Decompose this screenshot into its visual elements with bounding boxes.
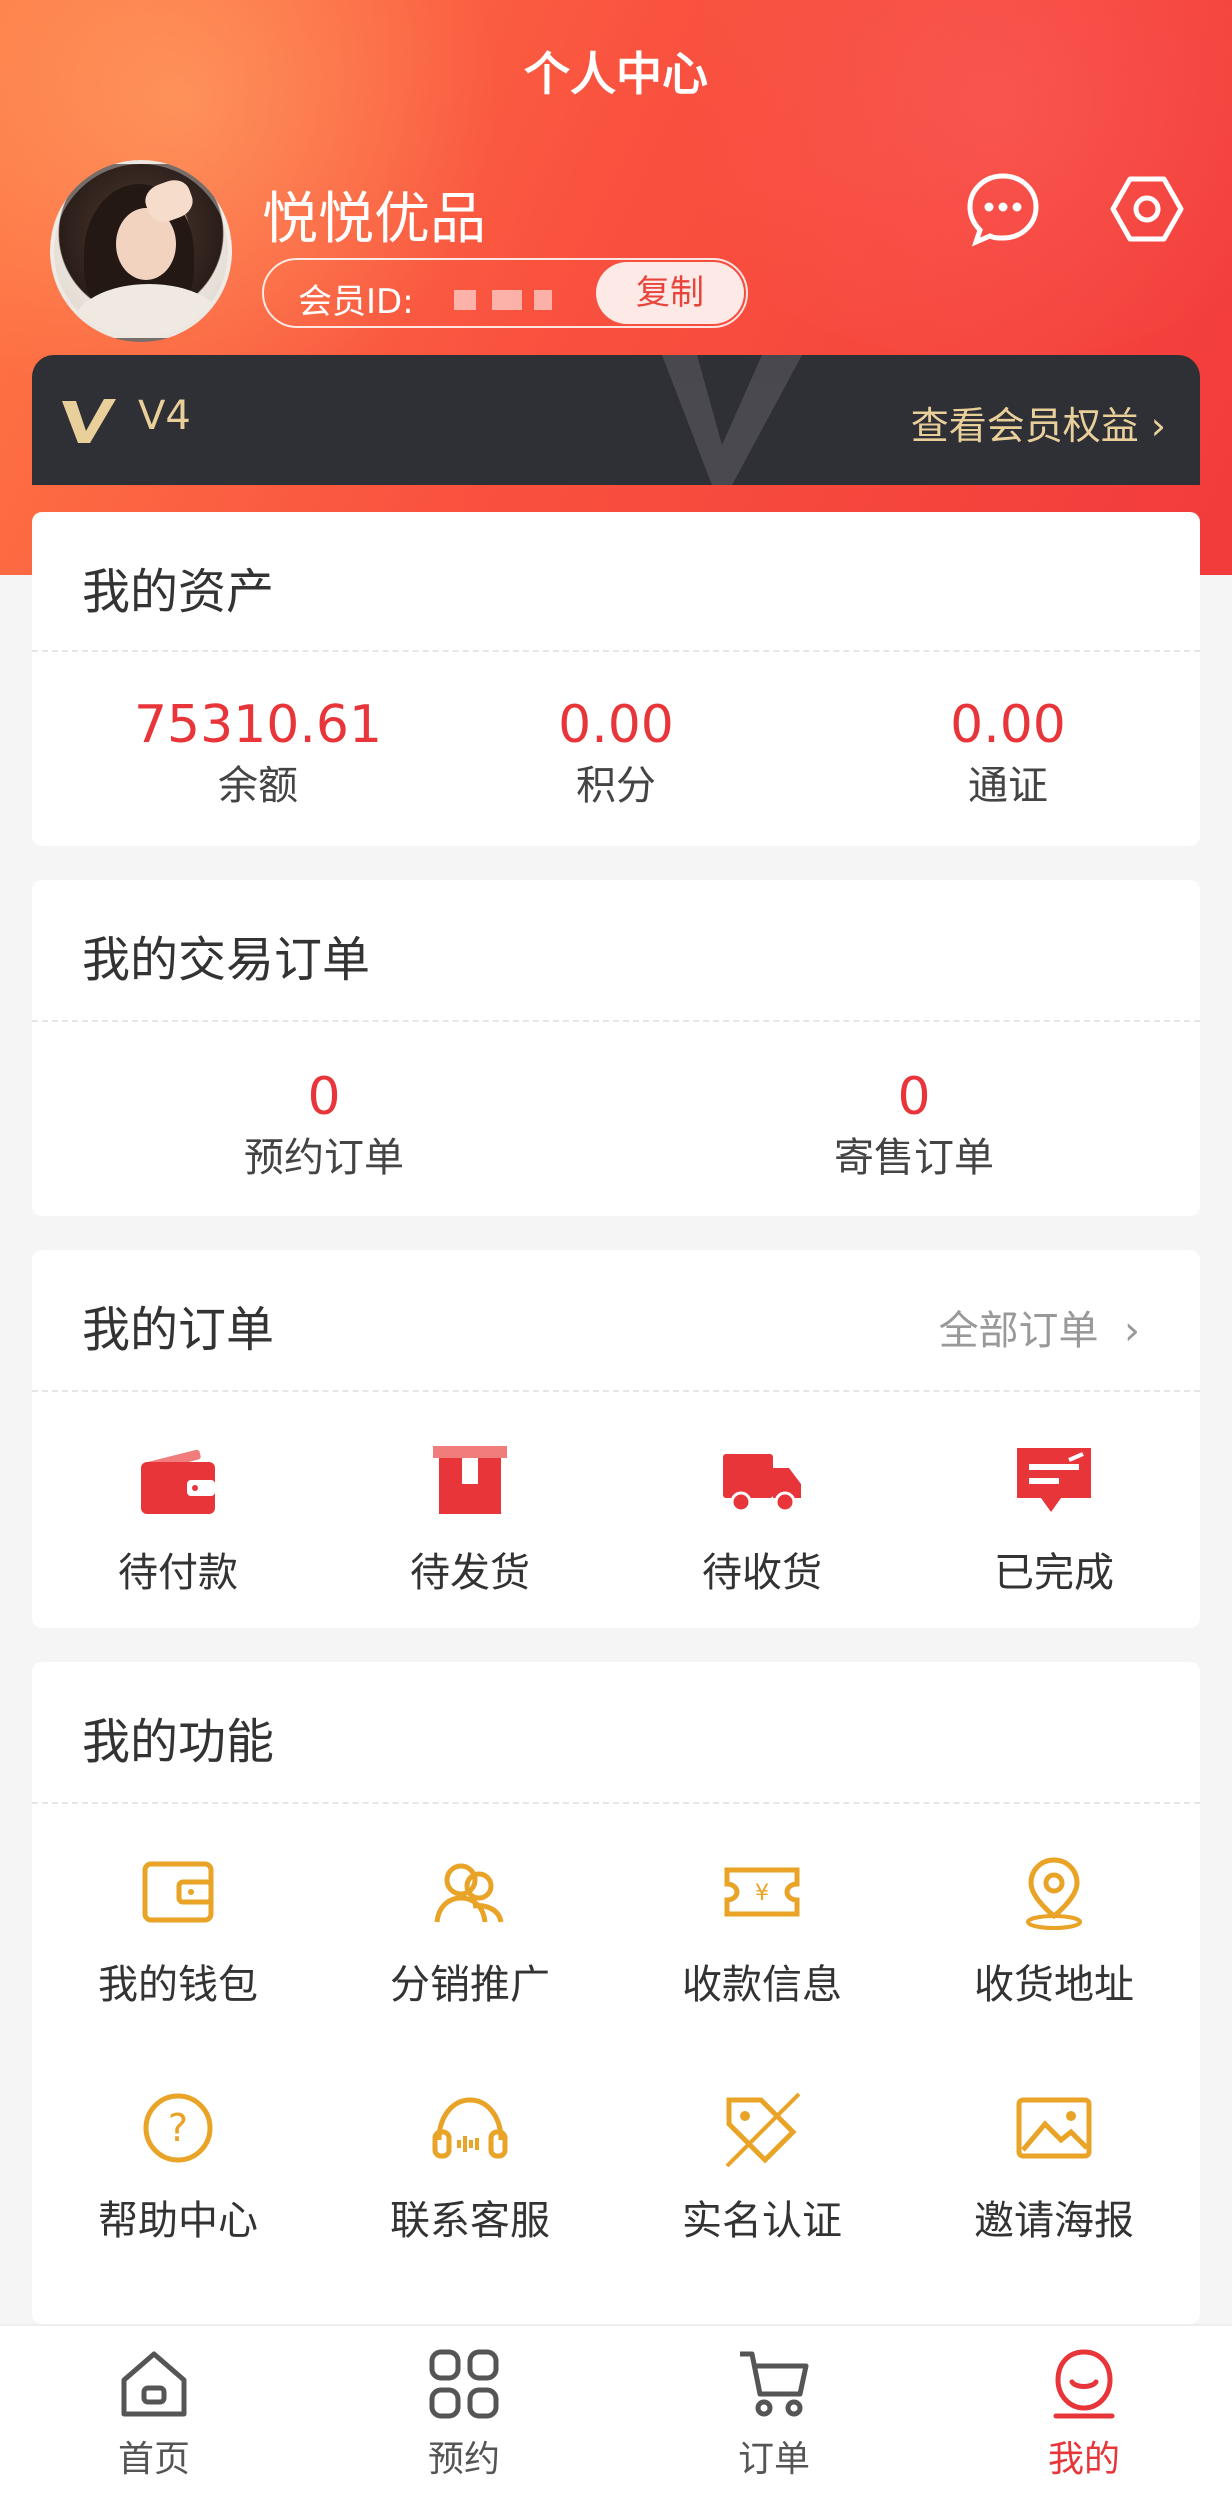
headset-icon [432,2097,508,2159]
wallet-icon [141,1449,215,1514]
grid-icon [429,2349,499,2419]
tag-icon [725,2092,801,2168]
member-id-redacted [454,290,476,310]
func-distribution[interactable]: 分销推广 [324,1852,616,2010]
home-icon [121,2351,187,2417]
tab-reservation[interactable]: 预约 [344,2346,584,2482]
func-invite-poster[interactable]: 邀请海报 [908,2088,1200,2246]
tab-orders[interactable]: 订单 [654,2346,894,2482]
func-wallet[interactable]: 我的钱包 [32,1852,324,2010]
help-icon: ? [143,2093,213,2163]
func-customer-service[interactable]: 联系客服 [324,2088,616,2246]
orders-card: 我的订单 全部订单 › 待付款 待发货 待收货 已完成 [32,1250,1200,1628]
consignment-orders[interactable]: 0 寄售订单 [764,1066,1064,1184]
func-real-name[interactable]: 实名认证 [616,2088,908,2246]
asset-points[interactable]: 0.00 积分 [466,694,766,812]
page-title: 个人中心 [524,47,708,101]
trade-orders-title: 我的交易订单 [82,932,371,988]
profile-icon [1053,2349,1115,2419]
tab-home[interactable]: 首页 [34,2346,274,2482]
tab-mine[interactable]: 我的 [964,2346,1204,2482]
message-icon[interactable] [964,170,1042,248]
member-id-label: 会员ID: [298,282,414,322]
message-check-icon [1017,1448,1091,1512]
functions-card: 我的功能 我的钱包 分销推广 ¥ 收款信息 收货地址 ? 帮助中心 联系客服 实… [32,1662,1200,2324]
truck-icon [723,1454,801,1513]
vip-level: V4 [138,393,191,439]
cart-icon [740,2351,809,2417]
all-orders-link[interactable]: 全部订单 › [939,1298,1140,1356]
asset-tokens[interactable]: 0.00 通证 [858,694,1158,812]
users-icon [434,1863,504,1923]
asset-balance[interactable]: 75310.61 余额 [108,694,408,812]
tab-bar: 首页 预约 订单 我的 [0,2324,1232,2504]
copy-button[interactable]: 复制 [596,262,744,324]
assets-title: 我的资产 [82,564,275,620]
settings-icon[interactable] [1108,170,1186,248]
func-payment-info[interactable]: ¥ 收款信息 [616,1852,908,2010]
func-shipping-address[interactable]: 收货地址 [908,1852,1200,2010]
order-pending-receipt[interactable]: 待收货 [616,1440,908,1598]
order-pending-payment[interactable]: 待付款 [32,1440,324,1598]
trade-orders-card: 我的交易订单 0 预约订单 0 寄售订单 [32,880,1200,1216]
vip-benefits-link[interactable]: 查看会员权益 › [911,395,1166,450]
username: 悦悦优品 [262,187,486,252]
svg-text:?: ? [168,2106,188,2150]
reservation-orders[interactable]: 0 预约订单 [174,1066,474,1184]
vip-logo-icon [62,399,116,443]
order-completed[interactable]: 已完成 [908,1440,1200,1598]
assets-card: 我的资产 75310.61 余额 0.00 积分 0.00 通证 [32,512,1200,846]
ticket-yen-icon: ¥ [724,1867,800,1917]
functions-title: 我的功能 [82,1714,275,1770]
order-pending-shipment[interactable]: 待发货 [324,1440,616,1598]
orders-title: 我的订单 [82,1302,275,1358]
image-icon [1016,2097,1092,2159]
avatar[interactable] [50,160,232,342]
location-icon [1026,1857,1082,1930]
vip-bar[interactable]: V4 查看会员权益 › [32,355,1200,485]
member-id-pill: 会员ID: 复制 [262,258,748,328]
box-icon [433,1446,507,1514]
func-help-center[interactable]: ? 帮助中心 [32,2088,324,2246]
svg-text:¥: ¥ [755,1881,769,1906]
wallet-icon [142,1861,214,1923]
